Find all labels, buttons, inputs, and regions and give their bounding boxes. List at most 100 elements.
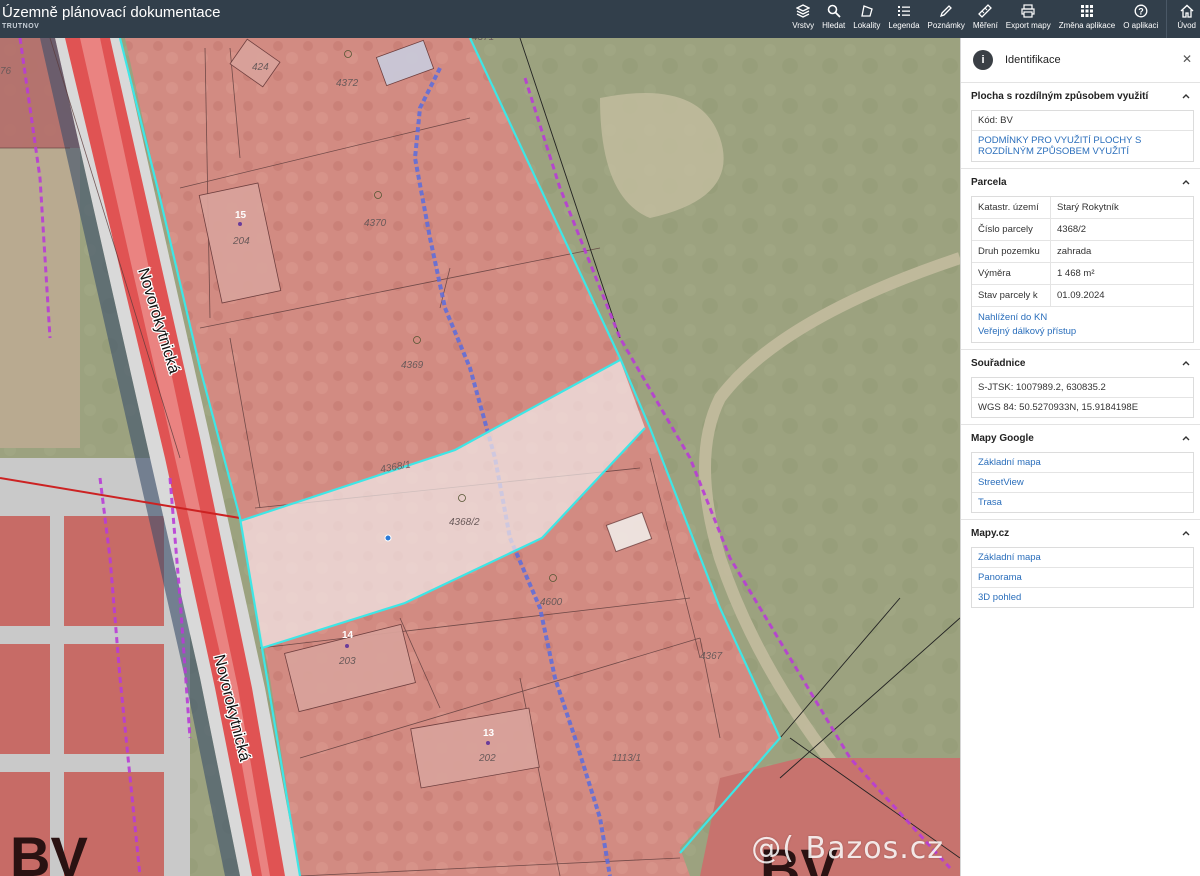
panorama-link[interactable]: Panorama: [972, 567, 1193, 587]
kn-link[interactable]: Nahlížení do KN: [978, 311, 1187, 325]
section-title: Parcela: [971, 177, 1007, 188]
toolbar-label: Lokality: [853, 21, 881, 30]
table-row: Číslo parcely 4368/2: [972, 218, 1193, 240]
toolbar-label: Měření: [972, 21, 998, 30]
watermark: @( Bazos.cz: [751, 831, 944, 866]
layers-icon: [796, 3, 811, 19]
section-plocha: Plocha s rozdílným způsobem využití Kód:…: [961, 82, 1200, 162]
mapycz-base-map-link[interactable]: Základní mapa: [972, 548, 1193, 567]
toolbar-label: Legenda: [888, 21, 920, 30]
toolbar-label: Hledat: [822, 21, 846, 30]
edge-label: 76: [0, 66, 12, 77]
toolbar-button-notes[interactable]: Poznámky: [924, 0, 969, 38]
section-souradnice: Souřadnice S-JTSK: 1007989.2, 630835.2 W…: [961, 349, 1200, 418]
google-base-map-link[interactable]: Základní mapa: [972, 453, 1193, 472]
coordinates-box: S-JTSK: 1007989.2, 630835.2 WGS 84: 50.5…: [971, 377, 1194, 418]
section-header[interactable]: Souřadnice: [961, 350, 1200, 377]
toolbar-button-about[interactable]: ? O aplikaci: [1119, 0, 1162, 38]
toolbar-button-measure[interactable]: Měření: [969, 0, 1002, 38]
app-subtitle: TRUTNOV: [2, 23, 40, 30]
parcel-number: 4372: [336, 78, 359, 89]
toolbar-label: O aplikaci: [1123, 21, 1159, 30]
ruler-icon: [978, 3, 993, 19]
toolbar-button-change-app[interactable]: Změna aplikace: [1055, 0, 1119, 38]
close-icon[interactable]: ✕: [1182, 52, 1192, 66]
section-parcela: Parcela Katastr. území Starý Rokytník Čí…: [961, 168, 1200, 343]
search-icon: [827, 3, 841, 19]
parcel-number: 424: [252, 62, 269, 73]
toolbar-button-legend[interactable]: Legenda: [884, 0, 923, 38]
chevron-up-icon: [1182, 180, 1190, 185]
section-header[interactable]: Mapy.cz: [961, 520, 1200, 547]
streetview-link[interactable]: StreetView: [972, 472, 1193, 492]
top-bar: Územně plánovací dokumentace TRUTNOV Vrs…: [0, 0, 1200, 38]
building-number: 204: [232, 236, 250, 247]
printer-icon: [1021, 3, 1035, 19]
table-key: Druh pozemku: [972, 241, 1051, 262]
parcel-number: 4600: [540, 597, 563, 608]
sjtsk-coordinates: S-JTSK: 1007989.2, 630835.2: [978, 382, 1106, 393]
pencil-icon: [939, 3, 953, 19]
toolbar-button-search[interactable]: Hledat: [818, 0, 849, 38]
section-title: Mapy.cz: [971, 528, 1010, 539]
chevron-up-icon: [1182, 531, 1190, 536]
table-key: Stav parcely k: [972, 285, 1051, 306]
edge-label: 4371: [472, 38, 494, 43]
parcela-table: Katastr. území Starý Rokytník Číslo parc…: [971, 196, 1194, 343]
section-header[interactable]: Mapy Google: [961, 425, 1200, 452]
toolbar-label: Export mapy: [1005, 21, 1051, 30]
toolbar-label: Změna aplikace: [1058, 21, 1116, 30]
help-icon: ?: [1134, 3, 1148, 19]
table-row: Stav parcely k 01.09.2024: [972, 284, 1193, 306]
toolbar-label: Poznámky: [927, 21, 965, 30]
plocha-code: Kód: BV: [978, 115, 1013, 126]
plocha-conditions-link[interactable]: PODMÍNKY PRO VYUŽITÍ PLOCHY S ROZDÍLNÝM …: [972, 130, 1193, 161]
table-row: Výměra 1 468 m²: [972, 262, 1193, 284]
remote-access-link[interactable]: Veřejný dálkový přístup: [978, 325, 1187, 339]
toolbar: Vrstvy Hledat Lokality Legenda Poznámky …: [788, 0, 1200, 38]
grid-icon: [1080, 3, 1094, 19]
toolbar-label: Vrstvy: [792, 21, 815, 30]
section-google: Mapy Google Základní mapa StreetView Tra…: [961, 424, 1200, 513]
svg-text:?: ?: [1138, 6, 1144, 16]
map-canvas[interactable]: Novorokytnická Novorokytnická BV BV 424 …: [0, 38, 960, 876]
chevron-up-icon: [1182, 94, 1190, 99]
wgs-coordinates: WGS 84: 50.5270933N, 15.9184198E: [972, 397, 1193, 417]
parcel-number: 4370: [364, 218, 387, 229]
3d-view-link[interactable]: 3D pohled: [972, 587, 1193, 607]
google-links: Základní mapa StreetView Trasa: [971, 452, 1194, 513]
section-header[interactable]: Parcela: [961, 169, 1200, 196]
toolbar-button-layers[interactable]: Vrstvy: [788, 0, 818, 38]
section-header[interactable]: Plocha s rozdílným způsobem využití: [961, 83, 1200, 110]
chevron-up-icon: [1182, 436, 1190, 441]
route-link[interactable]: Trasa: [972, 492, 1193, 512]
polygon-icon: [860, 3, 874, 19]
section-mapycz: Mapy.cz Základní mapa Panorama 3D pohled: [961, 519, 1200, 608]
table-key: Číslo parcely: [972, 219, 1051, 240]
table-row: Druh pozemku zahrada: [972, 240, 1193, 262]
table-value: 1 468 m²: [1057, 268, 1095, 279]
toolbar-button-export[interactable]: Export mapy: [1002, 0, 1055, 38]
location-pin: [384, 534, 392, 542]
parcel-number: 4367: [700, 651, 723, 662]
section-title: Mapy Google: [971, 433, 1034, 444]
table-value: 01.09.2024: [1057, 290, 1105, 301]
table-value: Starý Rokytník: [1057, 202, 1119, 213]
mapycz-links: Základní mapa Panorama 3D pohled: [971, 547, 1194, 608]
map-svg: Novorokytnická Novorokytnická BV BV 424 …: [0, 38, 960, 876]
list-icon: [897, 3, 911, 19]
toolbar-button-home[interactable]: Úvod: [1166, 0, 1200, 38]
panel-title: Identifikace: [1005, 54, 1061, 66]
info-icon: i: [973, 50, 993, 70]
identification-panel: i Identifikace ✕ Plocha s rozdílným způs…: [960, 38, 1200, 876]
table-row: Katastr. území Starý Rokytník: [972, 197, 1193, 218]
parcela-links: Nahlížení do KN Veřejný dálkový přístup: [972, 306, 1193, 342]
zone-label-left: BV: [10, 825, 88, 876]
plocha-box: Kód: BV PODMÍNKY PRO VYUŽITÍ PLOCHY S RO…: [971, 110, 1194, 162]
parcel-number: 4369: [401, 360, 424, 371]
section-title: Souřadnice: [971, 358, 1026, 369]
panel-header: i Identifikace ✕: [961, 38, 1200, 82]
parcel-number: 4368/2: [449, 517, 480, 528]
table-key: Katastr. území: [972, 197, 1051, 218]
toolbar-button-localities[interactable]: Lokality: [849, 0, 884, 38]
